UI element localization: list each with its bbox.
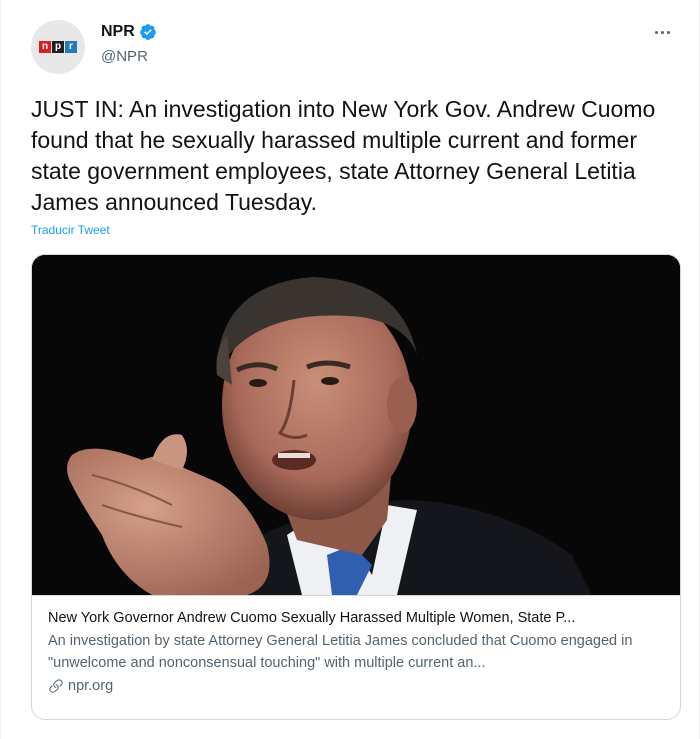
tweet-container[interactable]: n p r NPR @NPR JUST IN: An investigation… (0, 0, 700, 739)
card-title[interactable]: New York Governor Andrew Cuomo Sexually … (48, 608, 664, 628)
npr-logo-n: n (39, 41, 51, 53)
author-display-name[interactable]: NPR (101, 23, 135, 41)
link-icon (48, 678, 64, 694)
card-domain[interactable]: npr.org (68, 678, 113, 694)
author-avatar[interactable]: n p r (31, 20, 85, 74)
author-handle[interactable]: @NPR (101, 48, 148, 65)
card-photo-illustration (32, 255, 680, 595)
card-image[interactable] (32, 255, 680, 595)
link-preview-card[interactable]: New York Governor Andrew Cuomo Sexually … (31, 254, 681, 720)
verified-badge-icon (139, 23, 157, 41)
tweet-text: JUST IN: An investigation into New York … (31, 96, 656, 215)
card-description: An investigation by state Attorney Gener… (48, 633, 633, 671)
card-info[interactable]: New York Governor Andrew Cuomo Sexually … (32, 595, 680, 719)
npr-logo-p: p (52, 41, 64, 53)
author-name-row[interactable]: NPR (101, 23, 157, 41)
more-options-icon[interactable] (647, 22, 677, 42)
npr-logo-r: r (65, 41, 77, 53)
translate-tweet-link[interactable]: Traducir Tweet (31, 223, 110, 237)
card-domain-row[interactable]: npr.org (48, 678, 664, 694)
